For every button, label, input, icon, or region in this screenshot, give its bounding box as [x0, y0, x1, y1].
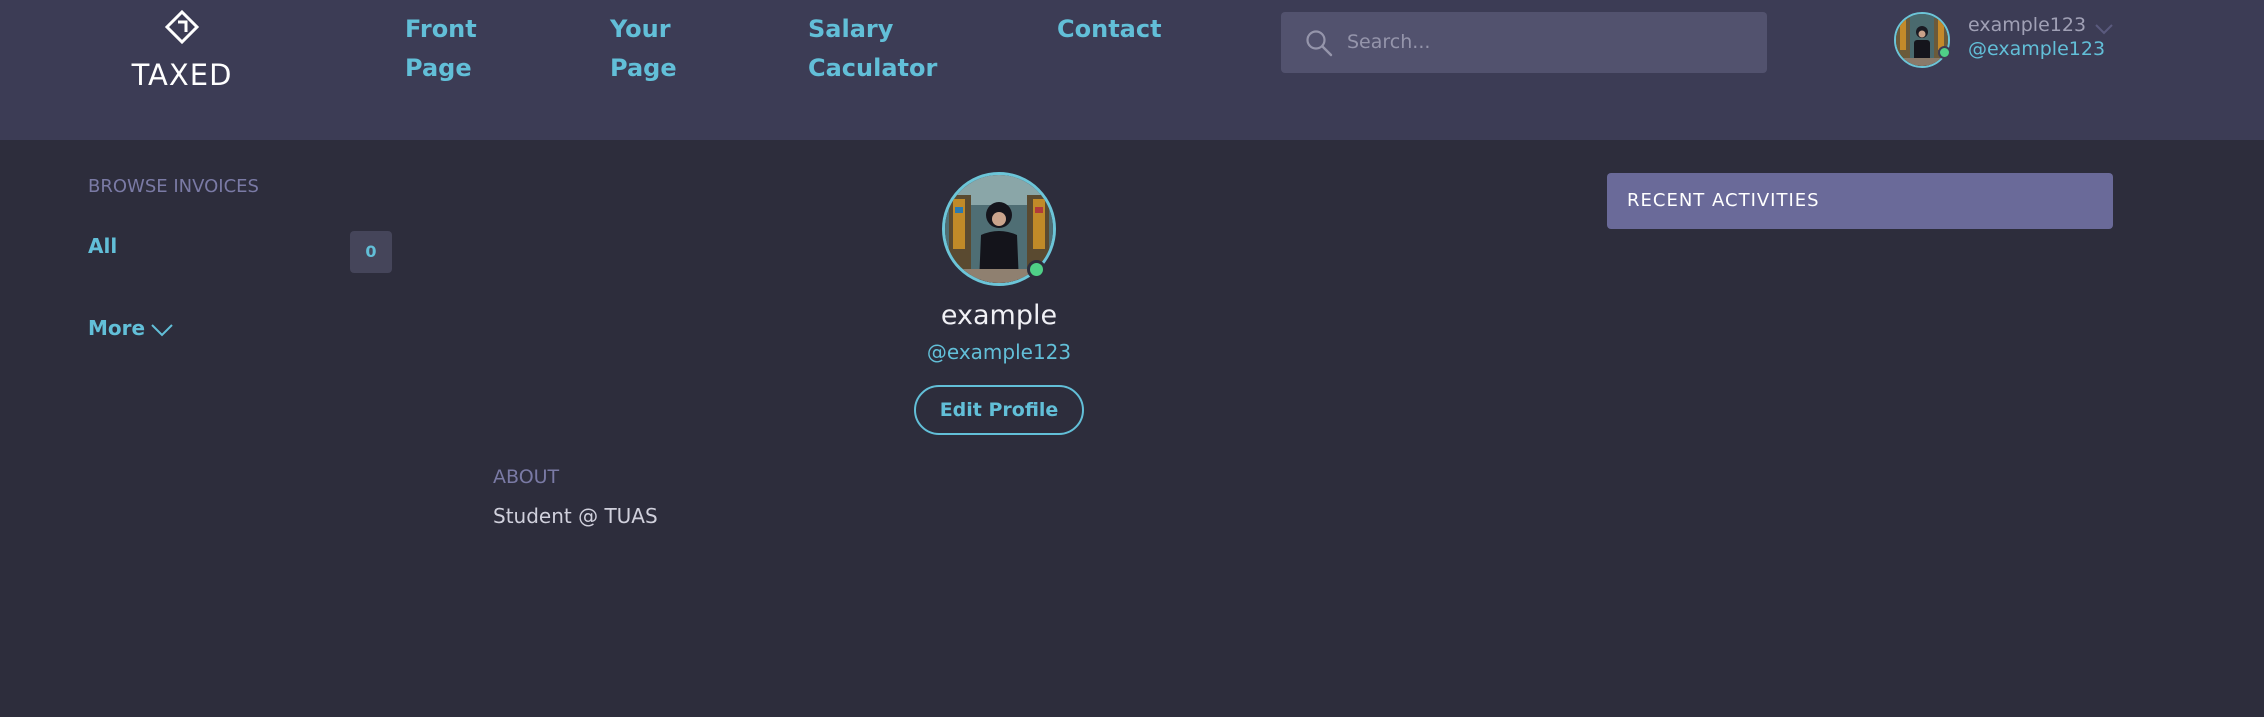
- search-input[interactable]: [1347, 24, 1747, 60]
- nav-salary-calculator-line1: Salary: [808, 15, 894, 43]
- user-handle: @example123: [1968, 38, 2106, 60]
- recent-activities-panel: RECENT ACTIVITIES: [1607, 173, 2113, 229]
- online-status-icon: [1938, 46, 1951, 59]
- profile-name: example: [940, 300, 1058, 331]
- top-header: TAXED Front Page Your Page Salary Cacula…: [0, 0, 2264, 140]
- logo-mark-icon: [164, 10, 200, 45]
- nav-front-page-line1: Front: [405, 15, 477, 43]
- nav-contact-label: Contact: [1057, 15, 1162, 43]
- chevron-down-icon[interactable]: [150, 322, 174, 338]
- taxed-logo[interactable]: TAXED: [116, 10, 248, 92]
- chevron-down-icon[interactable]: [2094, 22, 2114, 36]
- user-menu[interactable]: example123 @example123: [1894, 12, 2116, 68]
- profile-handle: @example123: [926, 340, 1072, 364]
- search-box[interactable]: [1281, 12, 1767, 73]
- nav-front-page[interactable]: Front Page: [405, 10, 477, 88]
- more-link[interactable]: More: [88, 316, 145, 340]
- online-status-icon: [1027, 260, 1046, 279]
- about-text: Student @ TUAS: [493, 504, 658, 528]
- nav-salary-calculator-line2: Caculator: [808, 54, 938, 82]
- about-title: ABOUT: [493, 466, 560, 488]
- recent-activities-title: RECENT ACTIVITIES: [1627, 190, 1820, 211]
- nav-contact[interactable]: Contact: [1057, 10, 1162, 49]
- nav-salary-calculator[interactable]: Salary Caculator: [808, 10, 937, 88]
- count-badge: 0: [350, 231, 392, 273]
- nav-your-page-line1: Your: [610, 15, 671, 43]
- nav-front-page-line2: Page: [405, 54, 472, 82]
- avatar[interactable]: [1894, 12, 1950, 68]
- sidebar-item-all[interactable]: All: [88, 234, 117, 258]
- edit-profile-button[interactable]: Edit Profile: [914, 385, 1084, 435]
- nav-your-page-line2: Page: [610, 54, 677, 82]
- sidebar-title: BROWSE INVOICES: [88, 176, 259, 197]
- search-icon: [1306, 30, 1333, 57]
- logo-text: TAXED: [131, 58, 233, 92]
- user-name: example123: [1968, 14, 2087, 36]
- nav-your-page[interactable]: Your Page: [610, 10, 677, 88]
